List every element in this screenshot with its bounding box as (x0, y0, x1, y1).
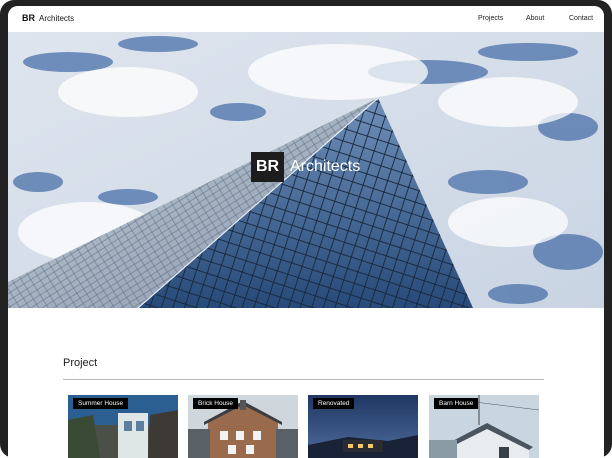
nav-link-projects[interactable]: Projects (478, 15, 503, 22)
brand-logo-text: BR (22, 13, 35, 23)
project-card-summer-house[interactable]: Summer House (68, 395, 178, 458)
nav-link-contact[interactable]: Contact (569, 15, 593, 22)
hero-banner: BR Architects (8, 32, 604, 308)
hero-logo-mark: BR (251, 152, 284, 182)
project-card-label: Summer House (73, 398, 129, 409)
project-card-renovated[interactable]: Renovated (308, 395, 418, 458)
project-card-brick-house[interactable]: Brick House (188, 395, 298, 458)
browser-viewport: BR Architects Projects About Contact BR … (8, 6, 604, 458)
brand-logo[interactable]: BR Architects (22, 13, 74, 23)
projects-section: Project Summer House Brick House Renovat… (8, 308, 604, 458)
hero-logo-name: Architects (290, 158, 361, 175)
section-title: Project (63, 357, 98, 369)
nav-link-about[interactable]: About (526, 15, 544, 22)
project-card-label: Barn House (434, 398, 479, 409)
top-navigation-bar: BR Architects Projects About Contact (8, 6, 604, 33)
brand-name: Architects (39, 13, 75, 23)
hero-logo: BR Architects (251, 152, 360, 182)
project-card-barn-house[interactable]: Barn House (429, 395, 539, 458)
project-card-label: Brick House (193, 398, 239, 409)
section-divider (63, 379, 544, 380)
project-card-label: Renovated (313, 398, 355, 409)
